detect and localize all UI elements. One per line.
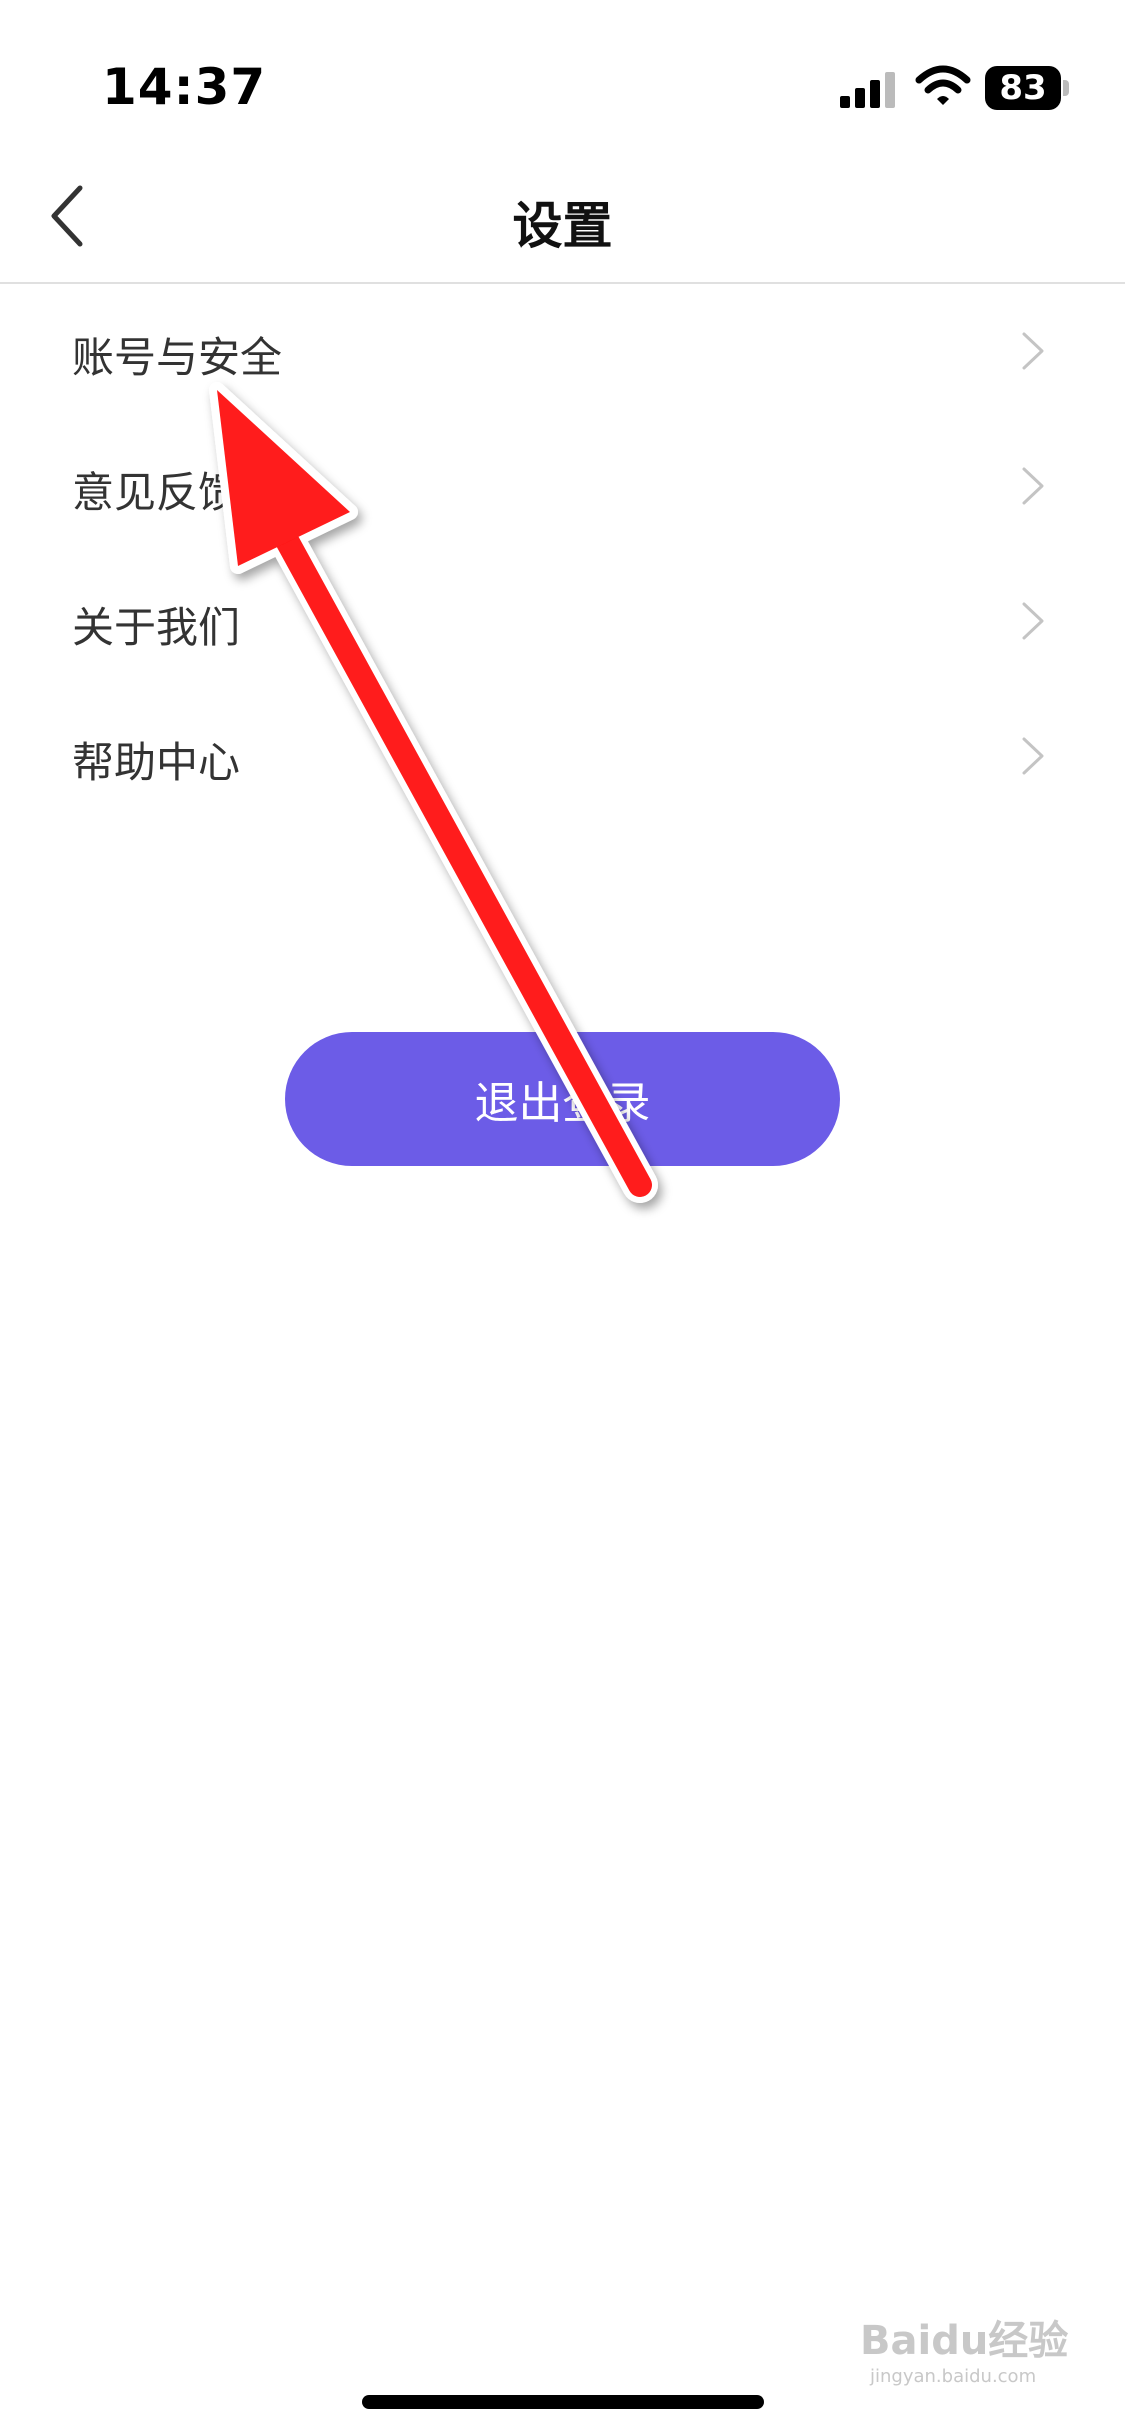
logout-button[interactable]: 退出登录 xyxy=(285,1032,840,1166)
list-item-label: 帮助中心 xyxy=(72,738,241,787)
settings-list: 账号与安全 意见反馈 关于我们 帮助中心 xyxy=(0,284,1125,824)
status-time: 14:37 xyxy=(102,58,267,116)
baidu-watermark: Baidu经验 jingyan.baidu.com xyxy=(860,2308,1070,2388)
list-item-about-us[interactable]: 关于我们 xyxy=(0,554,1125,689)
home-indicator[interactable] xyxy=(362,2395,764,2409)
chevron-right-icon xyxy=(1022,737,1044,775)
list-item-feedback[interactable]: 意见反馈 xyxy=(0,419,1125,554)
list-item-label: 账号与安全 xyxy=(72,333,283,382)
chevron-right-icon xyxy=(1022,467,1044,505)
watermark-url: jingyan.baidu.com xyxy=(870,2366,1037,2387)
list-item-help-center[interactable]: 帮助中心 xyxy=(0,689,1125,824)
nav-bar: 设置 xyxy=(0,150,1125,284)
battery-icon: 83 xyxy=(985,66,1071,110)
list-item-account-security[interactable]: 账号与安全 xyxy=(0,284,1125,419)
list-item-label: 意见反馈 xyxy=(72,468,241,517)
status-bar: 14:37 83 xyxy=(0,0,1125,150)
list-item-label: 关于我们 xyxy=(72,603,241,652)
chevron-right-icon xyxy=(1022,332,1044,370)
chevron-right-icon xyxy=(1022,602,1044,640)
wifi-icon xyxy=(915,65,971,105)
page-title: 设置 xyxy=(512,197,613,255)
signal-icon xyxy=(840,72,895,108)
watermark-brand: Baidu经验 xyxy=(860,2318,1069,2364)
battery-cap xyxy=(1063,80,1069,96)
battery-level: 83 xyxy=(985,66,1061,110)
